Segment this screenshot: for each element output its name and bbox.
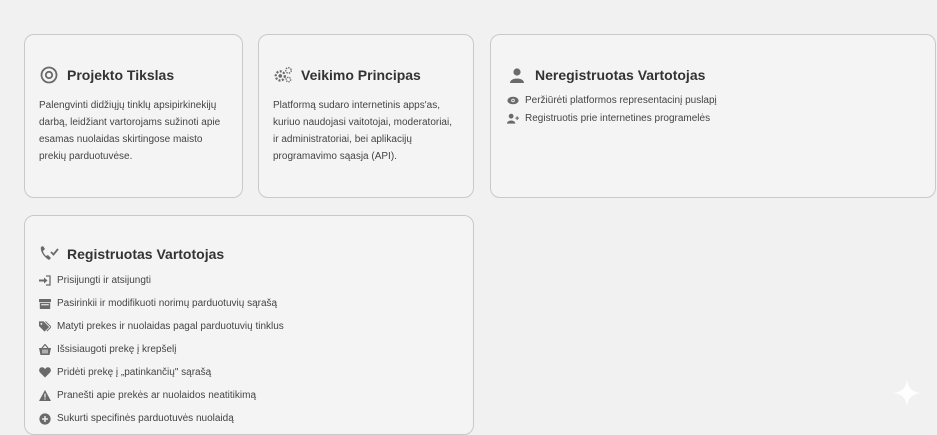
permission-list: Peržiūrėti platformos representacinį pus… xyxy=(507,91,919,127)
list-item: Peržiūrėti platformos representacinį pus… xyxy=(507,91,919,109)
list-item-label: Išsisiaugoti prekę į krepšelį xyxy=(57,344,177,355)
plus-circle-icon xyxy=(39,412,51,425)
card-veikimo-principas: Veikimo Principas Platformą sudaro inter… xyxy=(258,34,474,198)
user-plus-icon xyxy=(507,112,519,124)
list-item-label: Prisijungti ir atsijungti xyxy=(57,275,151,286)
list-item: Pranešti apie prekės ar nuolaidos neatit… xyxy=(39,384,459,407)
card-projekto-tikslas: Projekto Tikslas Palengvinti didžiųjų ti… xyxy=(24,34,243,198)
list-item: Sukurti specifinės parduotuvės nuolaidą xyxy=(39,407,459,430)
list-item: Pasirinkii ir modifikuoti norimų parduot… xyxy=(39,292,459,315)
card-title: Veikimo Principas xyxy=(273,65,459,85)
list-item-label: Sukurti specifinės parduotuvės nuolaidą xyxy=(57,413,234,424)
list-item-label: Pridėti prekę į „patinkančių" sąrašą xyxy=(57,367,212,378)
card-title-label: Registruotas Vartotojas xyxy=(67,246,225,262)
list-item-label: Pranešti apie prekės ar nuolaidos neatit… xyxy=(57,390,256,401)
tags-icon xyxy=(39,321,51,333)
card-description: Palengvinti didžiųjų tinklų apsipirkinek… xyxy=(39,100,221,162)
sign-in-icon xyxy=(39,275,51,287)
card-title: Neregistruotas Vartotojas xyxy=(507,65,919,85)
list-item-label: Pasirinkii ir modifikuoti norimų parduot… xyxy=(57,298,278,309)
card-title-label: Veikimo Principas xyxy=(301,67,421,83)
permission-list: Prisijungti ir atsijungti Pasirinkii ir … xyxy=(39,269,459,430)
gears-icon xyxy=(273,65,293,85)
eye-icon xyxy=(507,94,519,106)
list-item-label: Registruotis prie internetines programel… xyxy=(525,112,711,124)
heart-icon xyxy=(39,367,51,379)
list-item: Registruotis prie internetines programel… xyxy=(507,109,919,127)
user-check-icon xyxy=(39,244,59,264)
card-description: Platformą sudaro internetinis apps'as, k… xyxy=(273,100,452,162)
list-item: Prisijungti ir atsijungti xyxy=(39,269,459,292)
card-title-label: Projekto Tikslas xyxy=(67,67,175,83)
card-registruotas-vartotojas: Registruotas Vartotojas Prisijungti ir a… xyxy=(24,215,474,435)
card-neregistruotas-vartotojas: Neregistruotas Vartotojas Peržiūrėti pla… xyxy=(490,34,936,198)
list-item-label: Matyti prekes ir nuolaidas pagal parduot… xyxy=(57,321,284,332)
list-item: Pridėti prekę į „patinkančių" sąrašą xyxy=(39,361,459,384)
warning-icon xyxy=(39,390,51,402)
list-item: Išsisiaugoti prekę į krepšelį xyxy=(39,338,459,361)
user-icon xyxy=(507,65,527,85)
list-item-label: Peržiūrėti platformos representacinį pus… xyxy=(525,94,717,106)
card-title-label: Neregistruotas Vartotojas xyxy=(535,67,706,83)
sparkle-icon xyxy=(893,379,921,407)
card-title: Registruotas Vartotojas xyxy=(39,244,459,264)
list-item: Matyti prekes ir nuolaidas pagal parduot… xyxy=(39,315,459,338)
basket-icon xyxy=(39,344,51,356)
card-title: Projekto Tikslas xyxy=(39,65,228,85)
store-icon xyxy=(39,298,51,310)
target-icon xyxy=(39,65,59,85)
